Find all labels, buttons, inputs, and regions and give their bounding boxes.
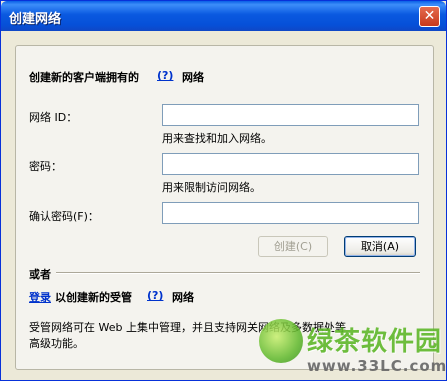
confirm-password-label: 确认密码(F)： bbox=[29, 210, 99, 223]
watermark: 绿茶软件园 www.33LC.com bbox=[259, 319, 447, 381]
title-bar[interactable]: 创建网络 ✕ bbox=[1, 1, 446, 31]
intro-suffix: 网络 bbox=[182, 71, 204, 84]
window-title: 创建网络 bbox=[9, 12, 62, 27]
help-link-managed[interactable]: (?) bbox=[147, 289, 163, 302]
login-link[interactable]: 登录 bbox=[29, 289, 51, 305]
password-label: 密码： bbox=[29, 160, 62, 173]
network-id-input[interactable] bbox=[162, 104, 419, 126]
confirm-password-input[interactable] bbox=[162, 202, 419, 224]
or-separator bbox=[56, 272, 420, 274]
managed-description-line2: 高级功能。 bbox=[29, 337, 84, 350]
cancel-button[interactable]: 取消(A) bbox=[344, 236, 416, 257]
managed-network-label: 网络 bbox=[172, 291, 194, 304]
watermark-url: www.33LC.com bbox=[307, 357, 447, 375]
network-id-hint: 用来查找和加入网络。 bbox=[162, 132, 272, 145]
or-label: 或者 bbox=[29, 268, 51, 281]
login-suffix: 以创建新的受管 bbox=[55, 291, 132, 304]
password-hint: 用来限制访问网络。 bbox=[162, 181, 261, 194]
network-id-label: 网络 ID： bbox=[29, 111, 78, 124]
watermark-title: 绿茶软件园 bbox=[307, 327, 443, 357]
password-input[interactable] bbox=[162, 153, 419, 175]
close-icon: ✕ bbox=[423, 8, 436, 24]
watermark-logo-icon bbox=[259, 319, 303, 363]
intro-prefix: 创建新的客户端拥有的 bbox=[29, 71, 139, 84]
create-network-dialog: 创建网络 ✕ 创建新的客户端拥有的 (?) 网络 网络 ID： 用来查找和加入网… bbox=[0, 0, 447, 381]
create-button[interactable]: 创建(C) bbox=[258, 236, 328, 257]
help-link-create[interactable]: (?) bbox=[157, 69, 173, 82]
close-button[interactable]: ✕ bbox=[419, 6, 440, 27]
